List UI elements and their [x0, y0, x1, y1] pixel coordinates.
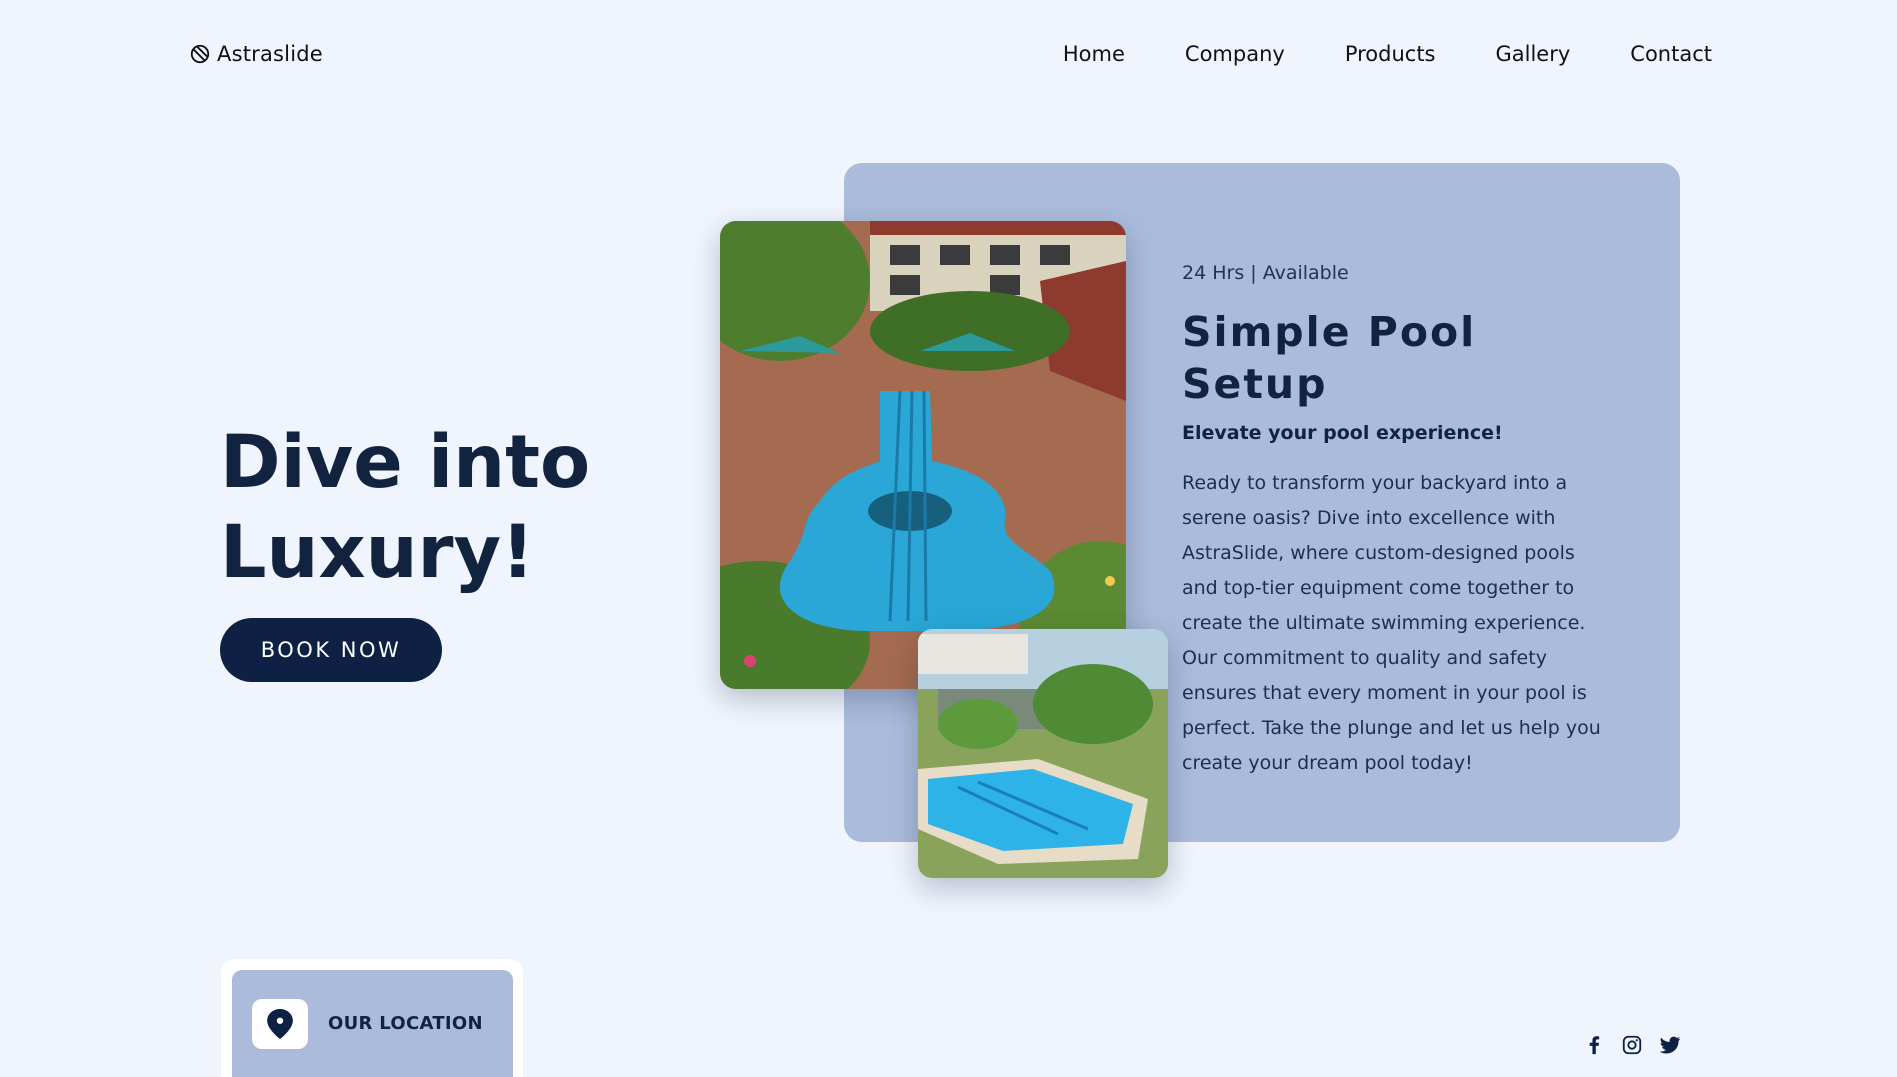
our-location-label: OUR LOCATION [328, 1013, 483, 1034]
map-pin-icon [267, 1008, 293, 1039]
main-nav: Home Company Products Gallery Contact [1063, 42, 1712, 66]
hero-title: Dive into Luxury! [220, 418, 640, 598]
facebook-icon [1589, 1036, 1600, 1055]
card-subtitle: Elevate your pool experience! [1182, 422, 1503, 444]
card-body-text: Ready to transform your backyard into a … [1182, 472, 1601, 774]
nav-home[interactable]: Home [1063, 42, 1125, 66]
card-eyebrow: 24 Hrs | Available [1182, 262, 1349, 284]
twitter-link[interactable] [1658, 1033, 1682, 1057]
book-now-button[interactable]: BOOK NOW [220, 618, 442, 682]
brand-logo[interactable]: Astraslide [189, 42, 323, 66]
facebook-link[interactable] [1582, 1033, 1606, 1057]
hero-title-line2: Luxury! [220, 510, 535, 595]
rectangular-pool-photo [918, 629, 1168, 878]
nav-contact[interactable]: Contact [1630, 42, 1712, 66]
nav-gallery[interactable]: Gallery [1496, 42, 1571, 66]
logo-icon [190, 44, 210, 64]
landing-page: Astraslide Home Company Products Gallery… [0, 0, 1897, 1077]
hero-title-line1: Dive into [220, 420, 591, 505]
location-icon-box [252, 998, 308, 1049]
nav-products[interactable]: Products [1345, 42, 1436, 66]
instagram-link[interactable] [1620, 1033, 1644, 1057]
brand-name: Astraslide [217, 42, 323, 66]
social-links [1582, 1033, 1682, 1057]
guitar-pool-photo [720, 221, 1126, 689]
twitter-icon [1659, 1036, 1681, 1054]
instagram-icon [1622, 1035, 1642, 1055]
nav-company[interactable]: Company [1185, 42, 1285, 66]
our-location-button[interactable]: OUR LOCATION [232, 970, 513, 1077]
card-title: Simple Pool Setup [1182, 308, 1477, 408]
